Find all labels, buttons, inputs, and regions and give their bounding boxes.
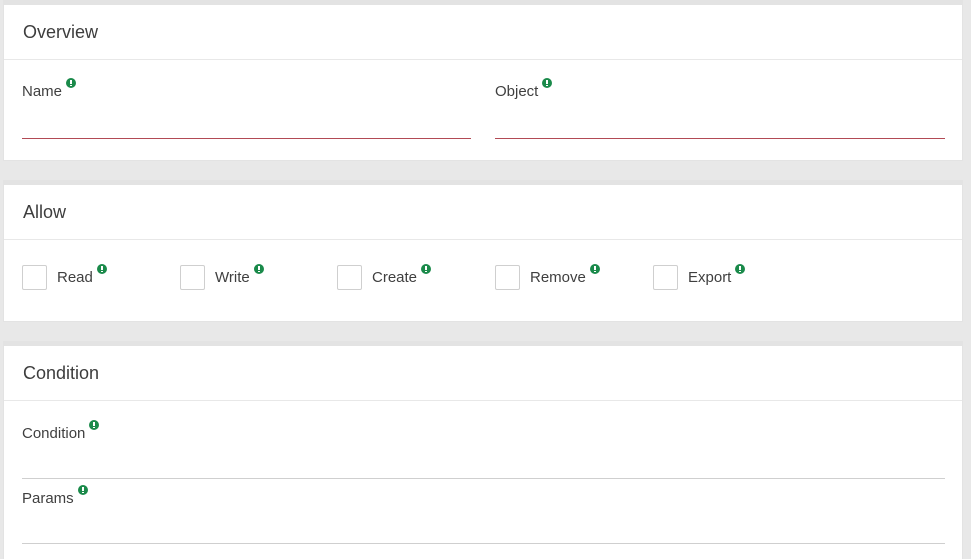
info-icon[interactable]: [589, 264, 600, 274]
allow-panel: Allow Read Write Create Remove Export: [3, 180, 963, 322]
condition-input[interactable]: [22, 459, 945, 479]
allow-read-option[interactable]: Read: [22, 264, 107, 290]
remove-label: Remove: [530, 264, 600, 286]
name-input[interactable]: [22, 119, 471, 139]
condition-label-text: Condition: [22, 425, 86, 442]
remove-label-text: Remove: [530, 269, 586, 286]
object-label-text: Object: [495, 83, 539, 100]
allow-export-option[interactable]: Export: [653, 264, 746, 290]
info-icon[interactable]: [96, 264, 107, 274]
condition-header: Condition: [4, 346, 962, 401]
info-icon[interactable]: [253, 264, 264, 274]
info-icon[interactable]: [66, 78, 77, 88]
write-label: Write: [215, 264, 264, 286]
name-field: Name: [22, 78, 471, 143]
info-icon[interactable]: [542, 78, 553, 88]
form-page: Overview Name Object Allow Read Write Cr…: [0, 0, 971, 559]
remove-checkbox[interactable]: [495, 265, 520, 290]
params-input[interactable]: [22, 524, 945, 544]
read-checkbox[interactable]: [22, 265, 47, 290]
write-label-text: Write: [215, 269, 250, 286]
allow-header: Allow: [4, 185, 962, 240]
create-checkbox[interactable]: [337, 265, 362, 290]
object-field: Object: [495, 78, 945, 143]
params-label: Params: [22, 485, 88, 507]
info-icon[interactable]: [735, 264, 746, 274]
overview-panel: Overview Name Object: [3, 0, 963, 161]
allow-write-option[interactable]: Write: [180, 264, 264, 290]
write-checkbox[interactable]: [180, 265, 205, 290]
info-icon[interactable]: [77, 485, 88, 495]
overview-header: Overview: [4, 5, 962, 60]
export-checkbox[interactable]: [653, 265, 678, 290]
params-label-text: Params: [22, 490, 74, 507]
object-label: Object: [495, 78, 553, 100]
export-label: Export: [688, 264, 746, 286]
create-label-text: Create: [372, 269, 418, 286]
create-label: Create: [372, 264, 432, 286]
allow-remove-option[interactable]: Remove: [495, 264, 600, 290]
allow-create-option[interactable]: Create: [337, 264, 432, 290]
condition-panel: Condition Condition Params: [3, 341, 963, 559]
condition-label: Condition: [22, 420, 100, 442]
read-label: Read: [57, 264, 107, 286]
name-label-text: Name: [22, 83, 63, 100]
read-label-text: Read: [57, 269, 93, 286]
name-label: Name: [22, 78, 77, 100]
condition-field: Condition: [22, 420, 945, 485]
info-icon[interactable]: [89, 420, 100, 430]
export-label-text: Export: [688, 269, 732, 286]
object-input[interactable]: [495, 119, 945, 139]
params-field: Params: [22, 485, 945, 550]
info-icon[interactable]: [421, 264, 432, 274]
